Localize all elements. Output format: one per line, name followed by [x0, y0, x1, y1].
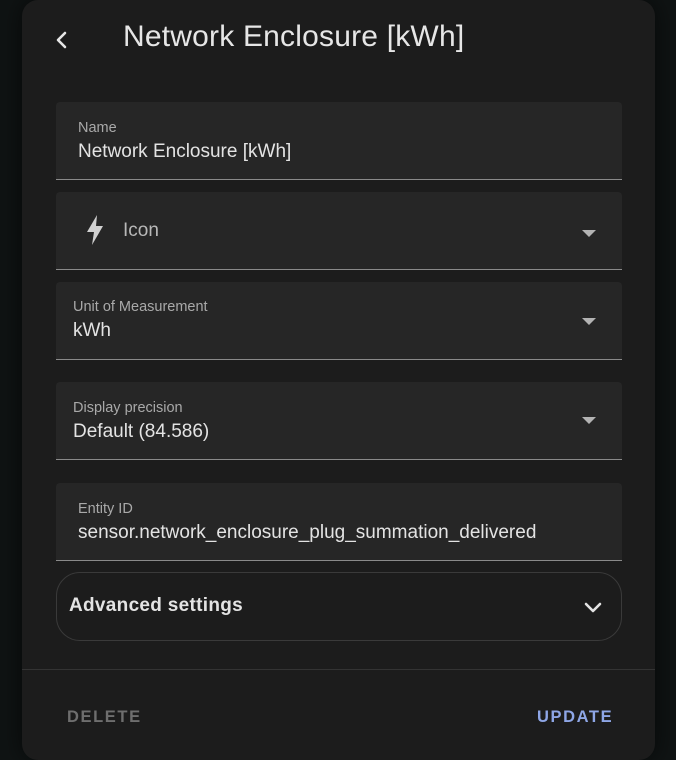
precision-select[interactable]: Display precision Default (84.586) — [56, 382, 622, 460]
advanced-settings-expander[interactable]: Advanced settings — [56, 572, 622, 641]
name-field-label: Name — [78, 120, 117, 136]
chevron-down-icon — [584, 602, 602, 613]
chevron-down-icon — [582, 417, 596, 424]
chevron-left-icon — [56, 31, 67, 49]
unit-select[interactable]: Unit of Measurement kWh — [56, 282, 622, 360]
back-button[interactable] — [46, 22, 78, 58]
unit-select-label: Unit of Measurement — [73, 299, 208, 315]
name-field-value: Network Enclosure [kWh] — [78, 141, 292, 162]
icon-picker-placeholder: Icon — [123, 220, 159, 241]
chevron-down-icon — [582, 230, 596, 237]
delete-button[interactable]: DELETE — [67, 708, 142, 727]
dialog-title: Network Enclosure [kWh] — [123, 20, 465, 53]
name-field[interactable]: Name Network Enclosure [kWh] — [56, 102, 622, 180]
icon-picker[interactable]: Icon — [56, 192, 622, 270]
entity-id-label: Entity ID — [78, 501, 133, 517]
update-button[interactable]: UPDATE — [537, 708, 613, 727]
lightning-bolt-icon — [87, 215, 103, 245]
entity-id-value: sensor.network_enclosure_plug_summation_… — [78, 522, 537, 543]
precision-select-value: Default (84.586) — [73, 421, 210, 442]
chevron-down-icon — [582, 318, 596, 325]
dialog-header: Network Enclosure [kWh] — [22, 0, 655, 82]
unit-select-value: kWh — [73, 320, 111, 341]
footer-divider — [22, 669, 655, 670]
advanced-settings-label: Advanced settings — [69, 595, 244, 616]
entity-id-field[interactable]: Entity ID sensor.network_enclosure_plug_… — [56, 483, 622, 561]
precision-select-label: Display precision — [73, 400, 183, 416]
entity-settings-dialog: Network Enclosure [kWh] Name Network Enc… — [22, 0, 655, 760]
